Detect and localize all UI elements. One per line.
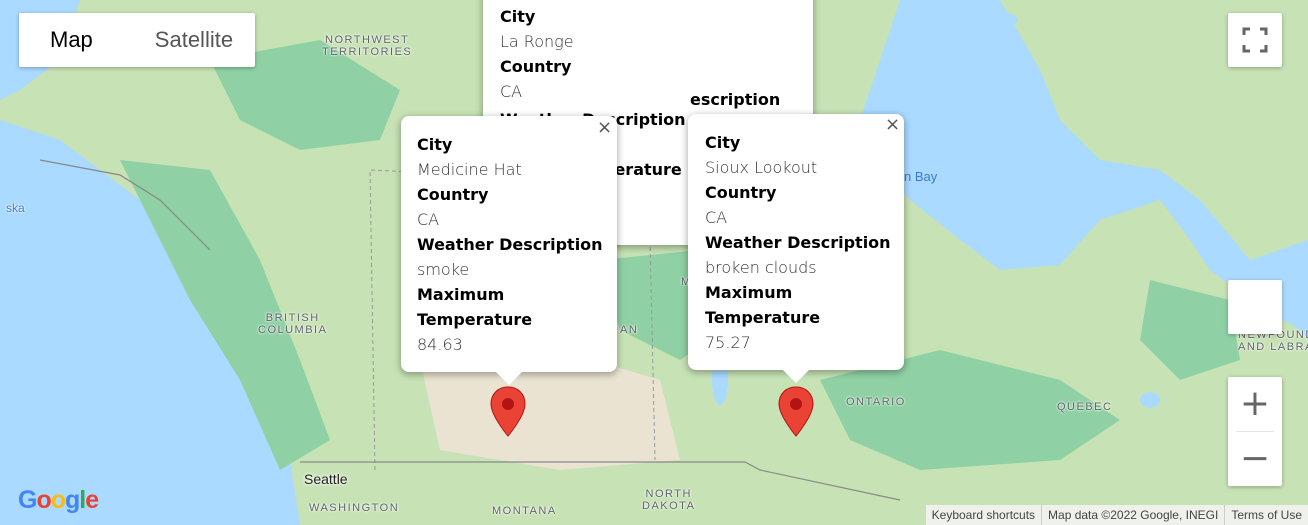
sioux-lookout-weather-label: Weather Description — [705, 233, 891, 252]
fullscreen-icon — [1242, 27, 1268, 53]
marker-medicine-hat-icon[interactable] — [490, 386, 526, 438]
map-canvas[interactable]: NORTHWEST TERRITORIES ska BRITISH COLUMB… — [0, 0, 1308, 525]
label-montana: MONTANA — [492, 505, 557, 517]
google-logo[interactable]: Google — [18, 486, 99, 515]
medicine-hat-max-temp-value: 84.63 — [417, 335, 463, 354]
la-ronge-close-icon[interactable]: × — [680, 0, 695, 3]
label-quebec: QUEBEC — [1057, 401, 1113, 413]
medicine-hat-close-icon[interactable]: × — [597, 119, 612, 137]
sioux-lookout-country-label: Country — [705, 183, 777, 202]
map-type-satellite-button[interactable]: Satellite — [124, 13, 255, 67]
sioux-lookout-max-temp-label: Maximum Temperature — [705, 283, 821, 327]
la-ronge-city-label: City — [500, 7, 536, 26]
label-british-columbia: BRITISH COLUMBIA — [258, 312, 328, 336]
label-saskatchewan-fragment: AN — [620, 324, 639, 336]
sioux-lookout-city-value: Sioux Lookout — [705, 158, 818, 177]
label-alaska: ska — [6, 201, 25, 215]
map-type-control: Map Satellite — [19, 13, 256, 67]
zoom-in-button[interactable]: + — [1228, 377, 1282, 431]
terms-of-use-link[interactable]: Terms of Use — [1224, 505, 1308, 525]
sioux-lookout-max-temp-value: 75.27 — [705, 333, 751, 352]
medicine-hat-city-label: City — [417, 135, 453, 154]
sioux-lookout-tail — [782, 369, 810, 383]
label-ontario: ONTARIO — [846, 396, 906, 408]
sioux-lookout-city-label: City — [705, 133, 741, 152]
label-northwest-territories: NORTHWEST TERRITORIES — [322, 34, 413, 58]
street-view-pegman-button[interactable] — [1228, 280, 1282, 334]
la-ronge-country-label: Country — [500, 57, 572, 76]
zoom-control: + − — [1228, 377, 1282, 486]
map-data-text: Map data ©2022 Google, INEGI — [1041, 505, 1224, 525]
label-seattle: Seattle — [304, 471, 348, 487]
la-ronge-city-value: La Ronge — [500, 32, 574, 51]
medicine-hat-tail — [495, 371, 523, 385]
map-type-map-button[interactable]: Map — [19, 13, 124, 67]
label-north-dakota: NORTH DAKOTA — [642, 488, 696, 512]
label-washington: WASHINGTON — [309, 502, 400, 514]
medicine-hat-max-temp-label: Maximum Temperature — [417, 285, 533, 329]
sioux-lookout-country-value: CA — [705, 208, 728, 227]
info-window-sioux-lookout: City Sioux Lookout Country CA Weather De… — [688, 114, 904, 383]
medicine-hat-country-value: CA — [417, 210, 440, 229]
attribution-bar: Keyboard shortcuts Map data ©2022 Google… — [925, 505, 1308, 525]
medicine-hat-city-value: Medicine Hat — [417, 160, 522, 179]
sioux-lookout-weather-value: broken clouds — [705, 258, 817, 277]
keyboard-shortcuts-link[interactable]: Keyboard shortcuts — [926, 505, 1041, 525]
medicine-hat-weather-label: Weather Description — [417, 235, 603, 254]
label-hudson-bay: n Bay — [904, 169, 938, 184]
zoom-out-button[interactable]: − — [1228, 432, 1282, 486]
marker-sioux-lookout-icon[interactable] — [778, 386, 814, 438]
medicine-hat-weather-value: smoke — [417, 260, 470, 279]
sioux-lookout-close-icon[interactable]: × — [885, 116, 900, 134]
la-ronge-weather-label-fragment: escription — [690, 90, 781, 109]
la-ronge-country-value: CA — [500, 82, 523, 101]
fullscreen-button[interactable] — [1228, 13, 1282, 67]
medicine-hat-country-label: Country — [417, 185, 489, 204]
info-window-medicine-hat: City Medicine Hat Country CA Weather Des… — [401, 116, 617, 385]
